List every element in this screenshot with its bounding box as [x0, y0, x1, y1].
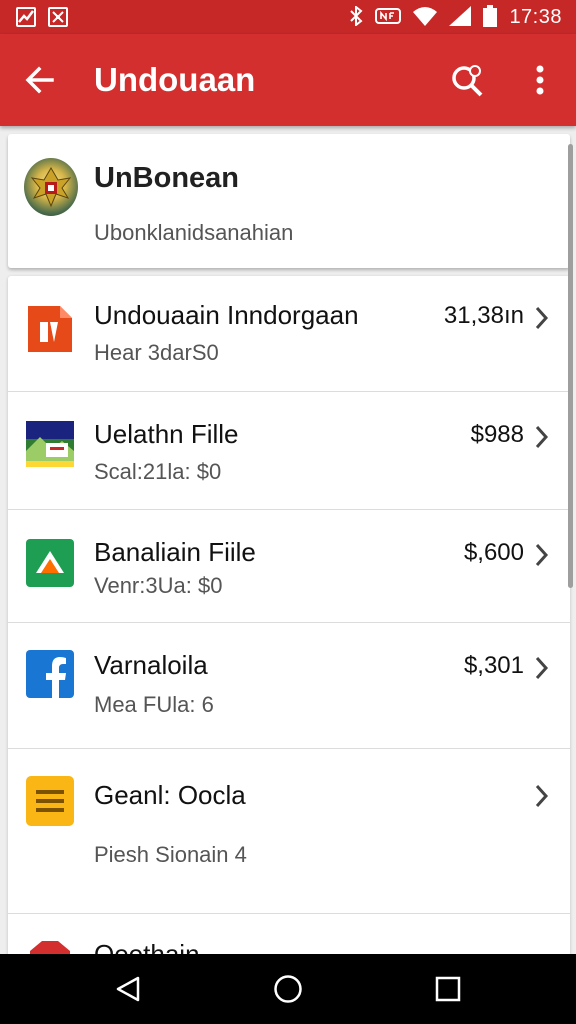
google-drive-icon [26, 539, 74, 587]
item-subtitle: Mea FUla: 6 [94, 692, 214, 717]
content-area[interactable]: UnBonean Ubonklanidsanahian Undouaain In… [0, 126, 576, 954]
app-bar: Undouaan [0, 34, 576, 126]
chevron-right-icon [535, 543, 549, 567]
header-card[interactable]: UnBonean Ubonklanidsanahian [8, 134, 570, 268]
home-circle-icon[interactable] [248, 954, 328, 1024]
red-shape-icon [26, 941, 74, 954]
document-icon [26, 302, 74, 352]
item-amount: $,301 [463, 652, 524, 679]
item-amount: $,600 [463, 539, 524, 566]
facebook-icon [26, 650, 74, 698]
list-item[interactable]: Uelathn Fille Scal:21la: $0 $988 [8, 393, 570, 510]
recents-square-icon[interactable] [408, 954, 488, 1024]
battery-icon [483, 4, 498, 30]
calendar-icon [48, 7, 68, 27]
item-title: Varnaloila [94, 650, 208, 680]
header-title: UnBonean [94, 162, 239, 194]
folder-list-icon [26, 776, 74, 826]
list-item[interactable]: Varnaloila Mea FUla: 6 $,301 [8, 624, 570, 749]
list-item[interactable]: Undouaain Inndorgaan Hear 3darS0 31,38ın [8, 276, 570, 392]
chevron-right-icon [535, 784, 549, 808]
item-subtitle: Venr:3Ua: $0 [94, 573, 223, 598]
item-title: Uelathn Fille [94, 419, 239, 449]
back-arrow-icon[interactable] [0, 34, 80, 126]
chevron-right-icon [535, 306, 549, 330]
item-amount: $988 [470, 421, 524, 448]
trend-icon [16, 7, 36, 27]
item-title: Undouaain Inndorgaan [94, 300, 359, 330]
status-bar: 17:38 [0, 0, 576, 34]
list-item[interactable]: Geanl: Oocla Piesh Sionain 4 [8, 750, 570, 914]
search-icon[interactable] [432, 34, 504, 126]
item-amount: 31,38ın [443, 302, 524, 329]
nfc-icon [375, 7, 402, 28]
chevron-right-icon [535, 425, 549, 449]
page-title: Undouaan [94, 61, 256, 98]
item-subtitle: Hear 3darS0 [94, 340, 219, 365]
list-item[interactable]: Banaliain Fiile Venr:3Ua: $0 $,600 [8, 511, 570, 623]
landscape-thumbnail-icon [26, 421, 74, 469]
item-title: Oeethain [94, 939, 200, 954]
scrollbar[interactable] [568, 144, 573, 588]
item-title: Geanl: Oocla [94, 780, 246, 810]
item-subtitle: Scal:21la: $0 [94, 459, 222, 484]
signal-icon [449, 5, 472, 29]
back-triangle-icon[interactable] [88, 954, 168, 1024]
list-item[interactable]: Oeethain [8, 915, 570, 954]
header-subtitle: Ubonklanidsanahian [94, 220, 294, 245]
chevron-right-icon [535, 656, 549, 680]
file-list: Undouaain Inndorgaan Hear 3darS0 31,38ın… [8, 276, 570, 954]
item-subtitle: Piesh Sionain 4 [94, 842, 247, 867]
navigation-bar [0, 954, 576, 1024]
bluetooth-icon [349, 4, 363, 29]
wifi-icon [413, 6, 438, 29]
item-title: Banaliain Fiile [94, 537, 256, 567]
more-vert-icon[interactable] [504, 34, 576, 126]
status-time: 17:38 [509, 5, 562, 28]
emblem-avatar [24, 158, 78, 216]
